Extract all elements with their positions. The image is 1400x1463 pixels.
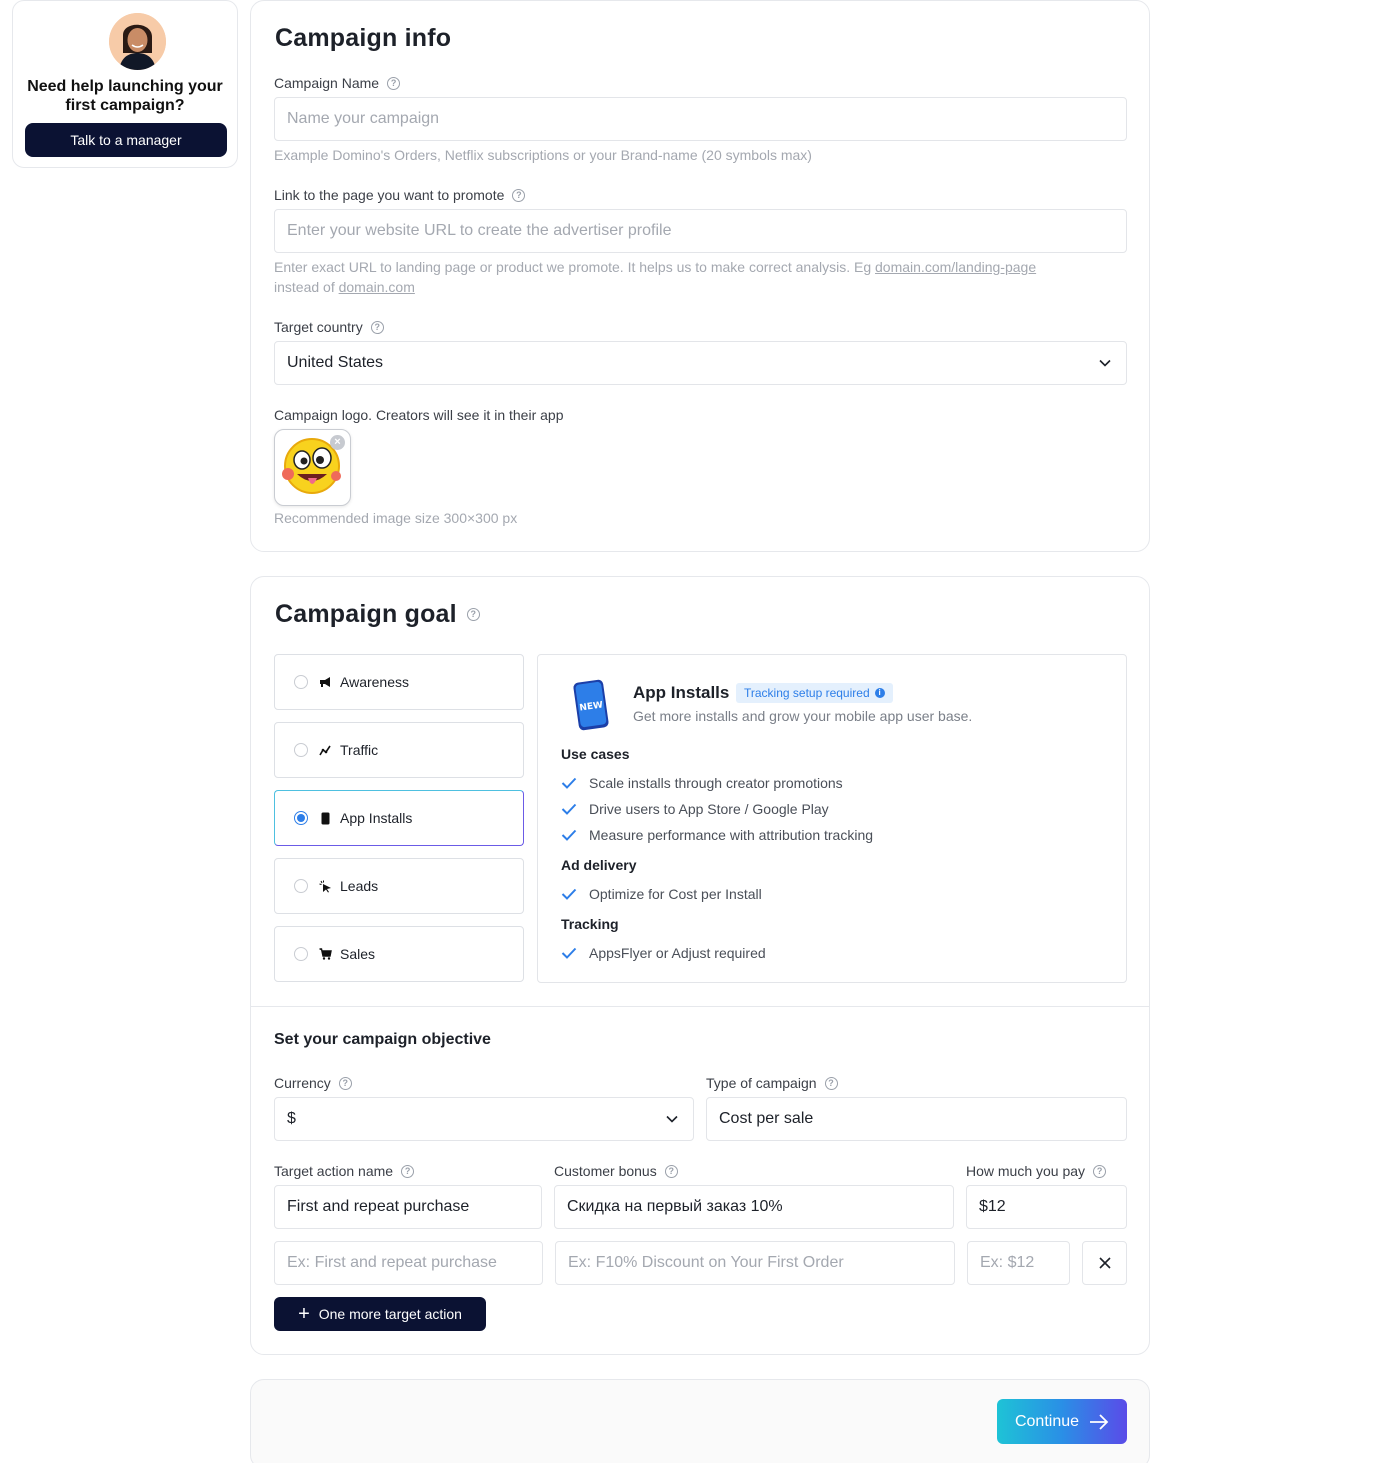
trend-icon <box>318 743 332 757</box>
objective-title: Set your campaign objective <box>274 1031 491 1048</box>
radio-button-selected[interactable] <box>294 811 308 825</box>
radio-button[interactable] <box>294 879 308 893</box>
talk-to-manager-button[interactable]: Talk to a manager <box>25 123 227 157</box>
link-hint: Enter exact URL to landing page or produ… <box>274 259 1037 295</box>
close-icon <box>1098 1257 1111 1269</box>
goal-option-traffic[interactable]: Traffic <box>274 722 524 778</box>
megaphone-icon <box>318 675 332 689</box>
campaign-info-title: Campaign info <box>275 24 452 52</box>
manager-avatar <box>109 13 166 70</box>
target-action-input[interactable]: First and repeat purchase <box>274 1185 542 1229</box>
tracking-item: AppsFlyer or Adjust required <box>561 945 766 961</box>
remove-logo-icon[interactable]: × <box>330 435 345 450</box>
campaign-info-card: Campaign info Campaign Name ? Name your … <box>250 0 1150 552</box>
delivery-item: Optimize for Cost per Install <box>561 886 762 902</box>
check-icon <box>561 947 577 959</box>
customer-bonus-input[interactable]: Ex: F10% Discount on Your First Order <box>555 1241 955 1285</box>
arrow-right-icon <box>1090 1413 1109 1430</box>
goal-label: Sales <box>340 946 376 962</box>
use-case-item: Measure performance with attribution tra… <box>561 827 873 843</box>
example-link[interactable]: domain.com/landing-page <box>875 259 1036 275</box>
goal-option-awareness[interactable]: Awareness <box>274 654 524 710</box>
help-icon[interactable]: ? <box>387 76 401 90</box>
pay-input[interactable]: Ex: $12 <box>967 1241 1070 1285</box>
campaign-name-input[interactable]: Name your campaign <box>274 97 1127 141</box>
target-action-input[interactable]: Ex: First and repeat purchase <box>274 1241 543 1285</box>
chevron-down-icon <box>666 1115 678 1123</box>
goal-option-sales[interactable]: Sales <box>274 926 524 982</box>
link-label: Link to the page you want to promote ? <box>274 187 526 203</box>
chevron-down-icon <box>1099 359 1111 367</box>
logo-hint: Recommended image size 300×300 px <box>274 510 518 526</box>
goal-detail-title: App Installs <box>633 683 730 702</box>
plus-icon: + <box>298 1303 310 1325</box>
goal-detail-panel: NEW App Installs Tracking setup required… <box>537 654 1127 983</box>
phone-new-icon: NEW <box>573 679 609 731</box>
campaign-logo[interactable]: × <box>274 429 351 506</box>
add-target-action-button[interactable]: + One more target action <box>274 1297 486 1331</box>
check-icon <box>561 803 577 815</box>
help-icon[interactable]: ? <box>664 1164 678 1178</box>
help-icon[interactable]: ? <box>466 608 480 621</box>
goal-label: Leads <box>340 878 379 894</box>
pay-label: How much you pay ? <box>966 1163 1107 1179</box>
radio-button[interactable] <box>294 675 308 689</box>
customer-bonus-input[interactable]: Скидка на первый заказ 10% <box>554 1185 954 1229</box>
domain-link[interactable]: domain.com <box>339 279 415 295</box>
remove-row-button[interactable] <box>1082 1241 1127 1285</box>
goal-label: App Installs <box>340 810 413 826</box>
ad-delivery-title: Ad delivery <box>561 857 637 873</box>
campaign-name-hint: Example Domino's Orders, Netflix subscri… <box>274 147 812 163</box>
help-icon[interactable]: ? <box>338 1076 352 1090</box>
help-title: Need help launching your first campaign? <box>27 78 223 114</box>
campaign-name-label: Campaign Name ? <box>274 75 401 91</box>
goal-label: Traffic <box>340 742 379 758</box>
divider <box>251 1006 1149 1007</box>
cart-icon <box>318 947 332 961</box>
help-icon[interactable]: ? <box>512 188 526 202</box>
use-case-item: Scale installs through creator promotion… <box>561 775 843 791</box>
currency-select[interactable]: $ <box>274 1097 694 1141</box>
goal-detail-subtitle: Get more installs and grow your mobile a… <box>633 708 973 724</box>
campaign-goal-card: Campaign goal ? Awareness Traffic App In… <box>250 576 1150 1355</box>
check-icon <box>561 888 577 900</box>
goal-label: Awareness <box>340 674 410 690</box>
help-card: Need help launching your first campaign?… <box>12 0 238 168</box>
check-icon <box>561 829 577 841</box>
cursor-click-icon <box>318 879 332 893</box>
help-icon[interactable]: ? <box>370 320 384 334</box>
country-label: Target country ? <box>274 319 384 335</box>
goal-option-leads[interactable]: Leads <box>274 858 524 914</box>
country-select[interactable]: United States <box>274 341 1127 385</box>
footer-card: Continue <box>250 1379 1150 1463</box>
phone-icon <box>318 811 332 825</box>
currency-label: Currency ? <box>274 1075 352 1091</box>
campaign-goal-title: Campaign goal ? <box>275 600 480 629</box>
help-icon[interactable]: ? <box>401 1164 415 1178</box>
continue-button[interactable]: Continue <box>997 1399 1127 1444</box>
campaign-type-label: Type of campaign ? <box>706 1075 838 1091</box>
customer-bonus-label: Customer bonus ? <box>554 1163 678 1179</box>
radio-button[interactable] <box>294 947 308 961</box>
logo-label: Campaign logo. Creators will see it in t… <box>274 407 564 423</box>
target-action-label: Target action name ? <box>274 1163 415 1179</box>
tracking-badge: Tracking setup required i <box>736 683 893 703</box>
radio-button[interactable] <box>294 743 308 757</box>
use-cases-title: Use cases <box>561 746 630 762</box>
check-icon <box>561 777 577 789</box>
use-case-item: Drive users to App Store / Google Play <box>561 801 829 817</box>
goal-option-app-installs[interactable]: App Installs <box>274 790 524 846</box>
help-icon[interactable]: ? <box>824 1076 838 1090</box>
campaign-type-field[interactable]: Cost per sale <box>706 1097 1127 1141</box>
link-input[interactable]: Enter your website URL to create the adv… <box>274 209 1127 253</box>
pay-input[interactable]: $12 <box>966 1185 1127 1229</box>
tracking-title: Tracking <box>561 916 619 932</box>
help-icon[interactable]: ? <box>1093 1164 1107 1178</box>
info-icon[interactable]: i <box>874 688 885 698</box>
